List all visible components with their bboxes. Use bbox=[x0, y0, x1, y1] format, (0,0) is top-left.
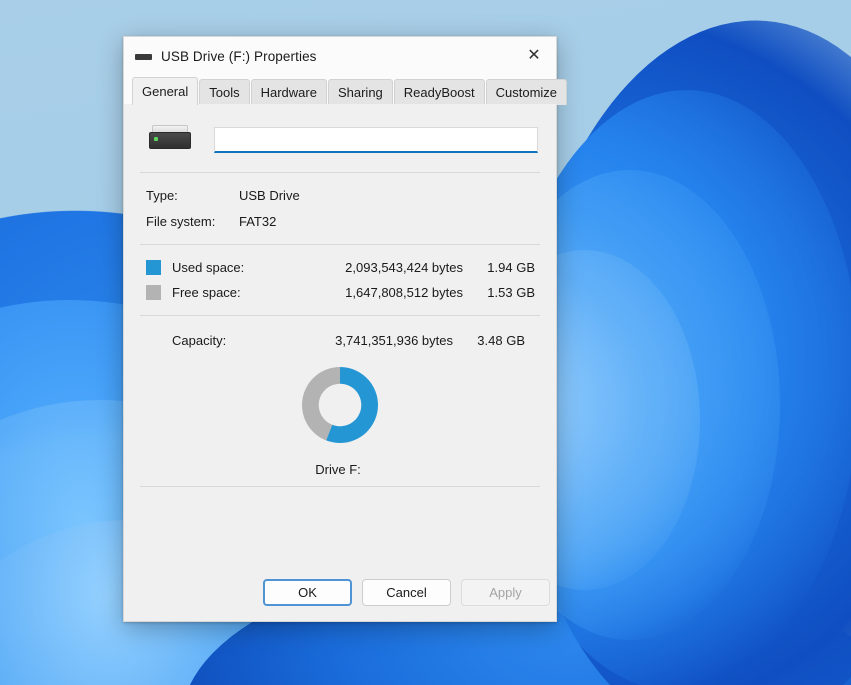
free-space-bytes: 1,647,808,512 bytes bbox=[302, 285, 463, 300]
volume-label-input[interactable] bbox=[214, 127, 538, 153]
capacity-label: Capacity: bbox=[172, 333, 292, 348]
capacity-bytes: 3,741,351,936 bytes bbox=[292, 333, 453, 348]
tab-strip: General Tools Hardware Sharing ReadyBoos… bbox=[124, 75, 556, 104]
tab-hardware[interactable]: Hardware bbox=[251, 79, 327, 105]
separator-4 bbox=[140, 486, 540, 487]
usb-drive-icon bbox=[135, 48, 152, 65]
space-usage-block: Used space: 2,093,543,424 bytes 1.94 GB … bbox=[138, 245, 542, 315]
tab-readyboost[interactable]: ReadyBoost bbox=[394, 79, 485, 105]
used-space-bytes: 2,093,543,424 bytes bbox=[302, 260, 463, 275]
volume-label-row bbox=[138, 104, 542, 172]
capacity-row: Capacity: 3,741,351,936 bytes 3.48 GB bbox=[138, 328, 542, 352]
tab-general[interactable]: General bbox=[132, 77, 198, 105]
cancel-button[interactable]: Cancel bbox=[362, 579, 451, 606]
usb-drive-icon bbox=[148, 123, 192, 157]
type-label: Type: bbox=[146, 188, 239, 203]
apply-button[interactable]: Apply bbox=[461, 579, 550, 606]
tab-tools[interactable]: Tools bbox=[199, 79, 249, 105]
tab-sharing[interactable]: Sharing bbox=[328, 79, 393, 105]
free-space-label: Free space: bbox=[172, 285, 302, 300]
filesystem-label: File system: bbox=[146, 214, 239, 229]
ok-button[interactable]: OK bbox=[263, 579, 352, 606]
free-space-swatch bbox=[146, 285, 161, 300]
capacity-chart bbox=[138, 352, 542, 448]
free-space-row: Free space: 1,647,808,512 bytes 1.53 GB bbox=[138, 280, 542, 305]
window-title: USB Drive (F:) Properties bbox=[161, 49, 317, 64]
type-value: USB Drive bbox=[239, 188, 300, 203]
general-tab-page: Type: USB Drive File system: FAT32 Used … bbox=[124, 104, 556, 563]
capacity-size: 3.48 GB bbox=[453, 333, 525, 348]
tab-customize[interactable]: Customize bbox=[486, 79, 567, 105]
free-space-size: 1.53 GB bbox=[463, 285, 535, 300]
title-bar: USB Drive (F:) Properties ✕ bbox=[124, 37, 556, 75]
close-glyph: ✕ bbox=[527, 48, 540, 64]
close-icon[interactable]: ✕ bbox=[512, 37, 556, 75]
filesystem-value: FAT32 bbox=[239, 214, 276, 229]
drive-caption: Drive F: bbox=[138, 448, 542, 486]
used-space-label: Used space: bbox=[172, 260, 302, 275]
dialog-footer: OK Cancel Apply bbox=[124, 563, 556, 621]
info-row-type: Type: USB Drive bbox=[138, 182, 542, 208]
drive-properties-dialog: USB Drive (F:) Properties ✕ General Tool… bbox=[123, 36, 557, 622]
used-space-row: Used space: 2,093,543,424 bytes 1.94 GB bbox=[138, 255, 542, 280]
used-space-swatch bbox=[146, 260, 161, 275]
drive-info-block: Type: USB Drive File system: FAT32 bbox=[138, 173, 542, 244]
used-space-size: 1.94 GB bbox=[463, 260, 535, 275]
capacity-block: Capacity: 3,741,351,936 bytes 3.48 GB Dr… bbox=[138, 316, 542, 486]
capacity-donut-chart bbox=[297, 362, 383, 448]
info-row-filesystem: File system: FAT32 bbox=[138, 208, 542, 234]
